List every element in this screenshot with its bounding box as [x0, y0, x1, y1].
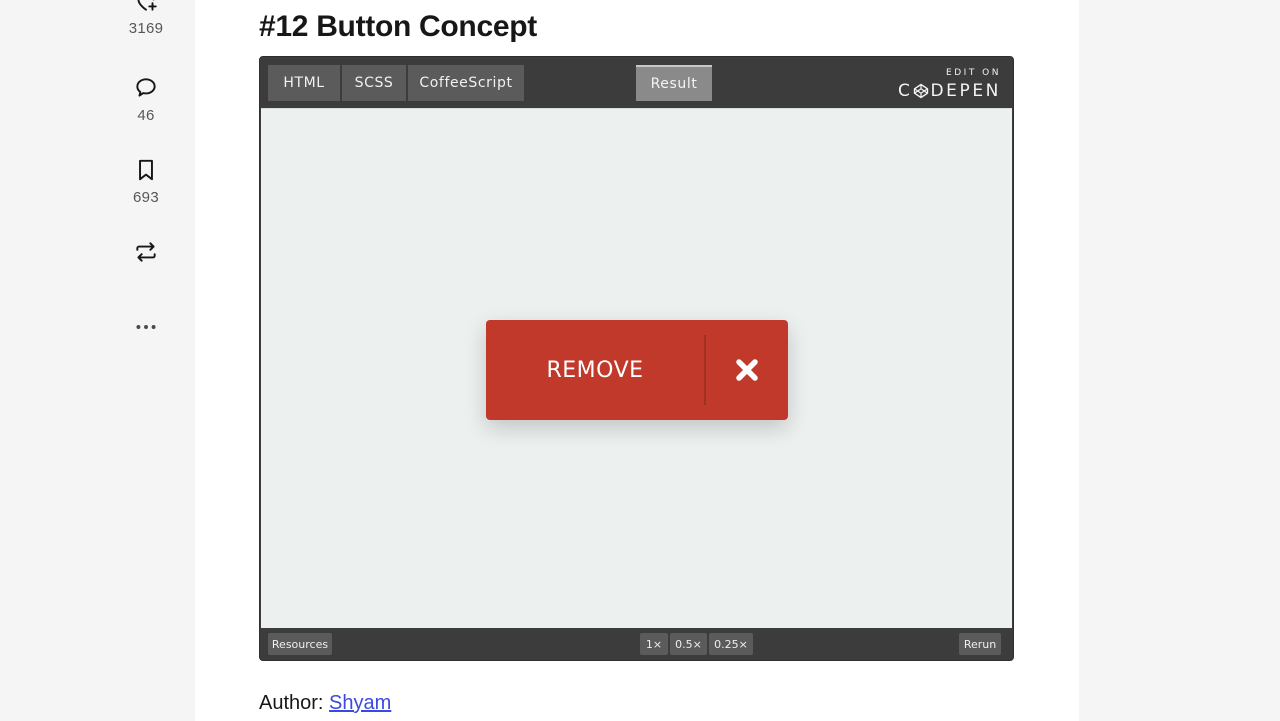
resources-button[interactable]: Resources — [268, 633, 332, 655]
codepen-logo-prefix: C — [897, 81, 913, 101]
bookmark-icon — [139, 159, 153, 181]
bookmark-reaction[interactable]: 693 — [96, 157, 196, 206]
edit-on-codepen-link[interactable]: EDIT ON C DEPEN — [891, 67, 1001, 101]
author-line: Author: Shyam — [259, 692, 391, 715]
result-preview: REMOVE — [261, 108, 1012, 629]
section-heading: #12 Button Concept — [259, 10, 537, 43]
codepen-logo: C DEPEN — [891, 81, 1001, 101]
codepen-footer: Resources 1× 0.5× 0.25× Rerun — [260, 628, 1013, 660]
tab-html[interactable]: HTML — [268, 65, 340, 101]
remove-button[interactable]: REMOVE — [486, 320, 788, 420]
tab-result[interactable]: Result — [636, 65, 712, 101]
close-icon — [706, 320, 788, 420]
codepen-cube-icon — [914, 83, 929, 99]
edit-on-label: EDIT ON — [946, 68, 1001, 78]
codepen-embed: HTML SCSS CoffeeScript Result EDIT ON C … — [259, 56, 1014, 661]
repost-icon — [136, 242, 156, 262]
code-tabs: HTML SCSS CoffeeScript — [268, 65, 524, 101]
author-label: Author: — [259, 692, 324, 714]
zoom-quarter-button[interactable]: 0.25× — [709, 633, 753, 655]
heart-plus-icon — [137, 0, 157, 11]
rerun-button[interactable]: Rerun — [959, 633, 1001, 655]
codepen-toolbar: HTML SCSS CoffeeScript Result EDIT ON C … — [260, 57, 1013, 108]
bookmark-count: 693 — [133, 189, 159, 206]
codepen-logo-suffix: DEPEN — [930, 81, 1001, 101]
article-body: #12 Button Concept HTML SCSS CoffeeScrip… — [195, 0, 1079, 721]
comment-icon — [136, 78, 156, 97]
comment-reaction[interactable]: 46 — [96, 75, 196, 124]
tab-scss[interactable]: SCSS — [342, 65, 406, 101]
tab-coffeescript[interactable]: CoffeeScript — [408, 65, 524, 101]
zoom-half-button[interactable]: 0.5× — [670, 633, 707, 655]
right-gutter — [1079, 0, 1280, 721]
heart-reaction[interactable]: 3169 — [96, 0, 196, 37]
more-reaction[interactable] — [96, 318, 196, 336]
comment-count: 46 — [137, 107, 155, 124]
remove-button-label: REMOVE — [546, 357, 644, 383]
reactions-sidebar: 3169 46 693 — [96, 0, 196, 721]
share-reaction[interactable] — [96, 239, 196, 265]
more-icon — [136, 325, 156, 329]
zoom-1x-button[interactable]: 1× — [640, 633, 668, 655]
heart-count: 3169 — [128, 20, 164, 37]
author-link[interactable]: Shyam — [329, 692, 391, 714]
